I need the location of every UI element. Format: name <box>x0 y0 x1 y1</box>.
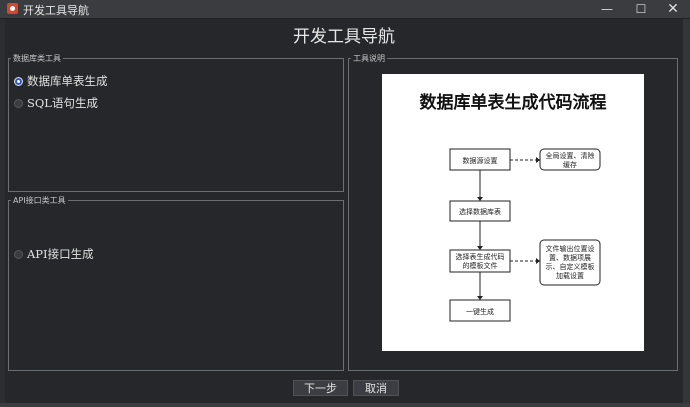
option-sql-generate[interactable]: SQL语句生成 <box>14 95 98 111</box>
database-tools-legend: 数据库类工具 <box>13 54 61 63</box>
note-label: 缓存 <box>563 160 577 169</box>
window-bottom-edge <box>0 403 690 407</box>
background-window-edge <box>683 19 690 403</box>
tool-description-group: 工具说明 数据库单表生成代码流程 数据源设置 选择数据库表 选择表生成代码 的模… <box>348 53 678 371</box>
next-step-button[interactable]: 下一步 <box>293 380 348 396</box>
title-bar: 开发工具导航 — ☐ ✕ <box>0 0 690 19</box>
step-label: 一键生成 <box>466 307 494 316</box>
cancel-button[interactable]: 取消 <box>353 380 399 396</box>
option-api-generate[interactable]: API接口生成 <box>14 246 94 262</box>
app-icon <box>7 3 18 14</box>
page-title: 开发工具导航 <box>293 27 395 47</box>
step-label: 的模板文件 <box>463 261 498 270</box>
main-panel: 开发工具导航 数据库类工具 数据库单表生成 SQL语句生成 API接口类工具 A… <box>5 19 683 403</box>
arrow-head-icon <box>477 296 483 300</box>
option-label: API接口生成 <box>27 247 94 261</box>
flowchart-svg: 数据库单表生成代码流程 数据源设置 选择数据库表 选择表生成代码 的模板文件 一… <box>420 92 607 322</box>
database-tools-group: 数据库类工具 数据库单表生成 SQL语句生成 <box>8 53 344 192</box>
close-button[interactable]: ✕ <box>658 0 688 18</box>
api-tools-group: API接口类工具 API接口生成 <box>8 195 344 371</box>
arrow-head-icon <box>536 157 540 163</box>
radio-selected-icon[interactable] <box>14 77 23 86</box>
option-label: 数据库单表生成 <box>27 74 108 88</box>
note-label: 全局设置、清除 <box>546 151 595 160</box>
arrow-head-icon <box>477 246 483 250</box>
option-label: SQL语句生成 <box>27 96 98 110</box>
arrow-head-icon <box>536 258 540 264</box>
api-tools-legend: API接口类工具 <box>13 196 66 205</box>
note-label: 示、自定义模板 <box>546 262 595 271</box>
minimize-button[interactable]: — <box>592 0 622 18</box>
step-label: 选择数据库表 <box>459 207 501 216</box>
flowchart-image: 数据库单表生成代码流程 数据源设置 选择数据库表 选择表生成代码 的模板文件 一… <box>382 74 644 351</box>
option-db-single-table[interactable]: 数据库单表生成 <box>14 73 108 89</box>
note-label: 文件输出位置设 <box>546 244 595 253</box>
window-title: 开发工具导航 <box>23 4 89 17</box>
radio-unselected-icon[interactable] <box>14 250 23 259</box>
note-label: 置、数据项展 <box>549 253 591 262</box>
flowchart-title: 数据库单表生成代码流程 <box>420 92 607 113</box>
radio-unselected-icon[interactable] <box>14 99 23 108</box>
tool-description-legend: 工具说明 <box>353 54 385 63</box>
arrow-head-icon <box>477 197 483 201</box>
maximize-button[interactable]: ☐ <box>626 0 656 18</box>
step-label: 选择表生成代码 <box>456 252 505 261</box>
note-label: 加载设置 <box>556 271 584 280</box>
step-label: 数据源设置 <box>463 156 498 165</box>
